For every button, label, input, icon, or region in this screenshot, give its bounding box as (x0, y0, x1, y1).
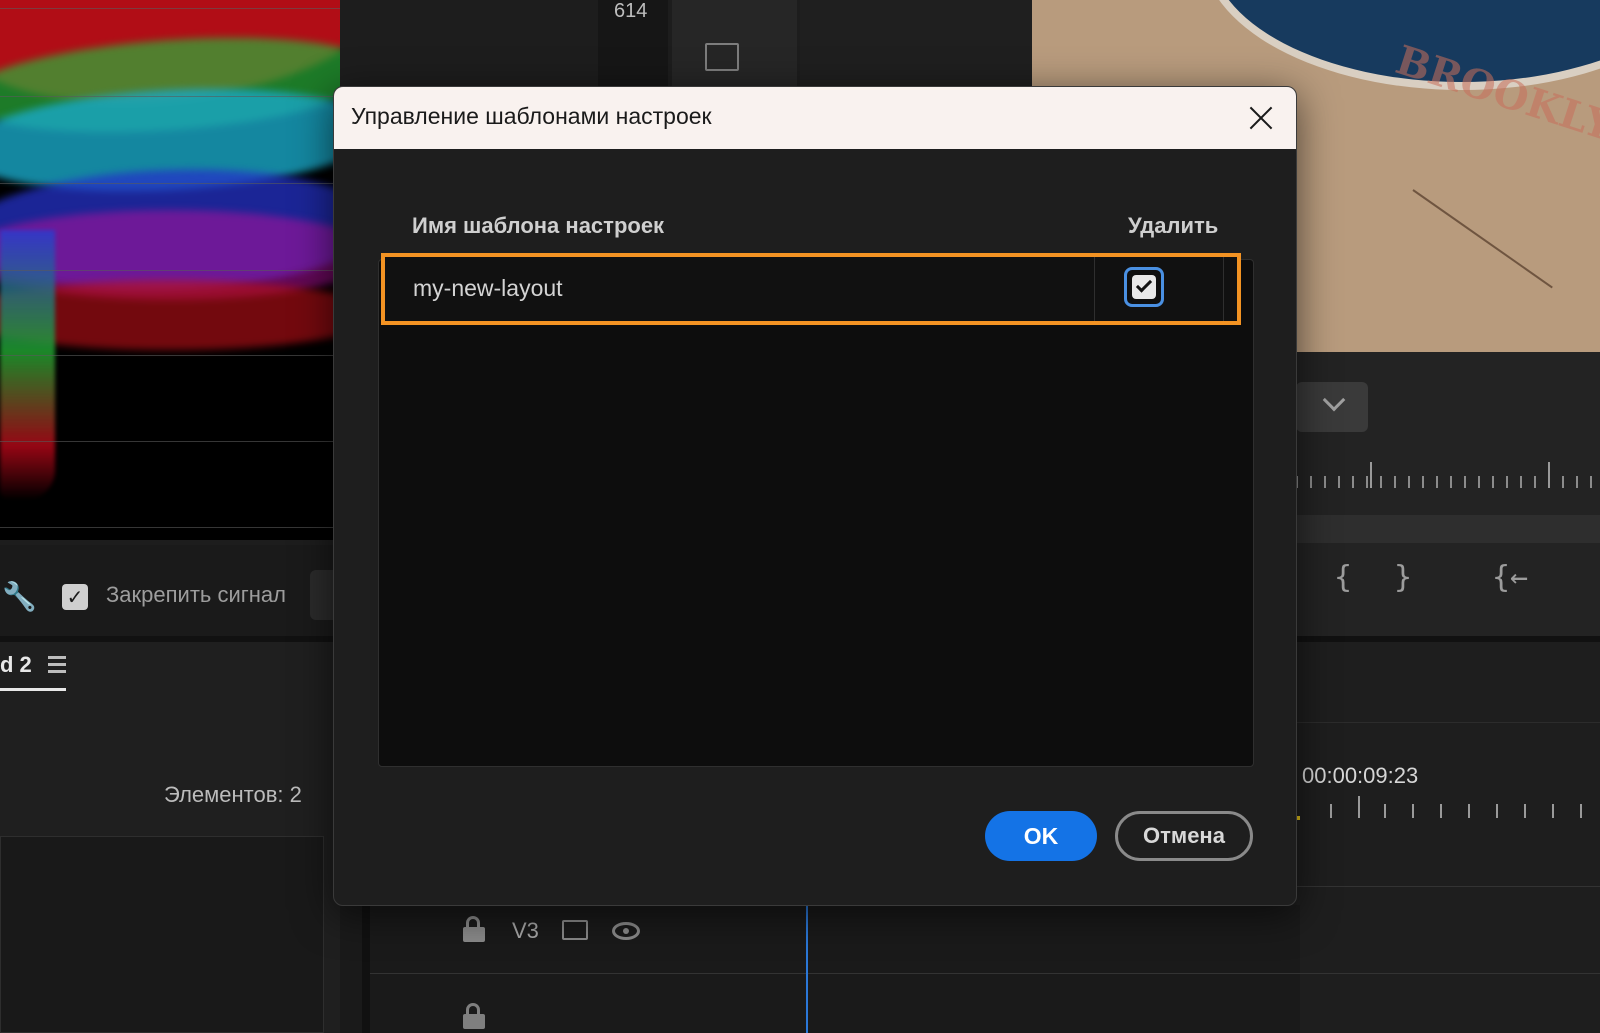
layout-name: my-new-layout (413, 275, 563, 301)
timeline-panel-right (1296, 642, 1600, 1033)
sync-lock-icon[interactable] (562, 920, 588, 940)
app-window: 614 BROOKLY { } {← 00:00:09:23 🔧 ✓ Закре… (0, 0, 1600, 1033)
track-lock-icon[interactable] (463, 1003, 485, 1029)
close-button[interactable] (1238, 95, 1284, 141)
manage-layouts-dialog: Управление шаблонами настроек Имя шаблон… (333, 86, 1297, 906)
monitor-time-ruler[interactable] (1296, 462, 1600, 488)
scope-gridline (0, 355, 340, 356)
ruler-tick (1440, 804, 1442, 818)
ruler-tick (1580, 804, 1582, 818)
dialog-titlebar: Управление шаблонами настроек (334, 87, 1296, 149)
lumetri-scope (0, 0, 340, 540)
column-header-layout-name: Имя шаблона настроек (412, 213, 665, 238)
scope-gridline (0, 183, 340, 184)
ruler-tick (1330, 804, 1332, 818)
playhead-line[interactable] (806, 905, 808, 1033)
mark-in-icon[interactable]: { (1334, 560, 1352, 595)
track-divider (1296, 886, 1600, 887)
mark-out-icon[interactable]: } (1394, 560, 1412, 595)
tab-underline (0, 688, 66, 691)
ruler-tick (1524, 804, 1526, 818)
scope-gridline (0, 270, 340, 271)
lock-signal-checkbox[interactable]: ✓ (62, 584, 88, 610)
panel-background (800, 0, 1032, 90)
rectangle-tool-icon[interactable] (705, 43, 739, 71)
checkmark-icon (1135, 276, 1153, 293)
scope-gridline (0, 96, 340, 97)
column-header-delete: Удалить (1128, 213, 1219, 238)
scope-gridline (0, 441, 340, 442)
ruler-tick (1384, 804, 1386, 818)
column-divider (1094, 257, 1095, 321)
layouts-table (378, 259, 1254, 767)
timeline-timecode[interactable]: 00:00:09:23 (1302, 763, 1418, 789)
scope-gridline (0, 8, 340, 9)
ok-button[interactable]: OK (985, 811, 1097, 861)
image-detail (1412, 189, 1553, 289)
ruler-tick (1468, 804, 1470, 818)
table-row[interactable]: my-new-layout (381, 253, 1241, 325)
ruler-major-tick (1548, 462, 1550, 488)
go-to-in-icon[interactable]: {← (1492, 560, 1528, 595)
column-divider (1223, 257, 1224, 321)
ruler-tick (1552, 804, 1554, 818)
timeline-ruler[interactable] (1296, 796, 1600, 820)
divider (1296, 722, 1600, 723)
ruler-tick (1412, 804, 1414, 818)
eye-icon[interactable] (612, 922, 640, 940)
tab-sequence[interactable]: d 2 (0, 652, 32, 678)
track-label[interactable]: V3 (512, 918, 539, 944)
cancel-button[interactable]: Отмена (1115, 811, 1253, 861)
transport-controls: { } {← (1296, 556, 1600, 606)
ruler-tick (1358, 796, 1360, 818)
delete-checkbox[interactable] (1124, 267, 1164, 307)
wrench-icon[interactable]: 🔧 (2, 580, 37, 613)
panel-menu-icon[interactable] (48, 656, 66, 674)
dialog-title: Управление шаблонами настроек (351, 103, 712, 129)
panel-divider (362, 905, 370, 1033)
track-lock-icon[interactable] (463, 916, 485, 942)
ruler-tick (1496, 804, 1498, 818)
checkbox-fill (1132, 275, 1156, 299)
track-divider (370, 973, 1600, 974)
monitor-scrub-bar[interactable] (1296, 515, 1600, 543)
scope-gridline (0, 527, 340, 528)
ruler-major-tick (1370, 462, 1372, 488)
project-bin-area (0, 836, 324, 1033)
scope-scale-value: 614 (614, 0, 648, 22)
items-count: Элементов: 2 (164, 782, 302, 807)
lock-signal-label: Закрепить сигнал (106, 582, 287, 607)
